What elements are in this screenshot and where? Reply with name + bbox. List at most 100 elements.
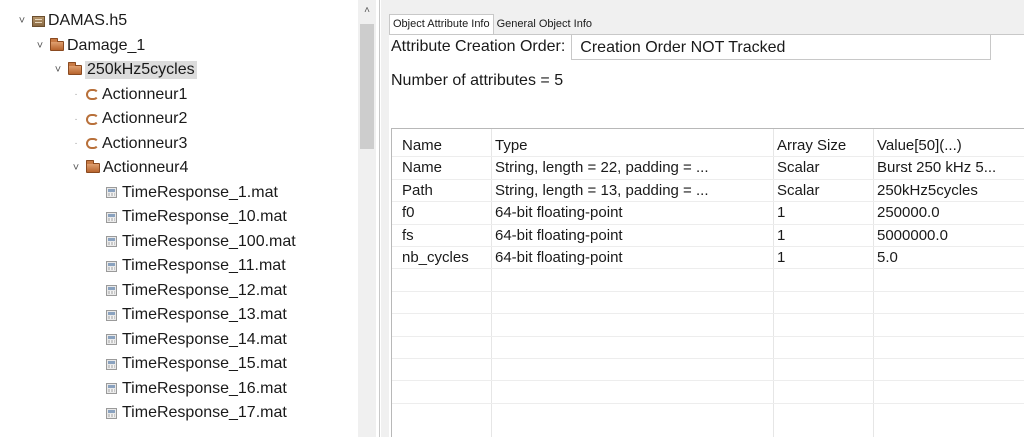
dataset-icon bbox=[106, 407, 117, 419]
group-folder-icon bbox=[50, 37, 64, 51]
tree-item-label: 250kHz5cycles bbox=[85, 61, 197, 79]
table-row[interactable]: Name String, length = 22, padding = ... Sc… bbox=[392, 157, 1024, 180]
table-cell: Scalar bbox=[777, 159, 820, 177]
table-cell: Path bbox=[402, 181, 433, 199]
tree-scrollbar[interactable]: ˄ bbox=[358, 0, 376, 437]
tree-item-label: Actionneur3 bbox=[102, 134, 188, 152]
tree-item-label: Damage_1 bbox=[67, 36, 146, 54]
tree-item[interactable]: · Actionneur1 bbox=[70, 83, 187, 107]
dataset-icon bbox=[106, 383, 117, 394]
dataset-icon bbox=[106, 187, 117, 198]
tree-item-label: TimeResponse_1.mat bbox=[122, 183, 278, 201]
table-cell: String, length = 22, padding = ... bbox=[495, 159, 709, 177]
tree-item-label: DAMAS.h5 bbox=[48, 12, 128, 29]
scroll-up-arrow-icon[interactable]: ˄ bbox=[358, 0, 376, 22]
tree-item[interactable]: TimeResponse_14.mat bbox=[106, 328, 287, 352]
table-row-divider bbox=[392, 290, 1024, 292]
table-row[interactable]: f0 64-bit floating-point 1 250000.0 bbox=[392, 202, 1024, 225]
creation-order-row: Attribute Creation Order: Creation Order… bbox=[391, 34, 992, 60]
table-cell: 1 bbox=[777, 226, 786, 244]
dataset-icon bbox=[106, 309, 117, 321]
tab-bar: Object Attribute Info General Object Inf… bbox=[381, 6, 595, 34]
table-cell: f0 bbox=[402, 204, 415, 222]
table-cell: String, length = 13, padding = ... bbox=[495, 181, 709, 199]
tree-leaf-marker-icon: · bbox=[74, 89, 78, 100]
tree-item[interactable]: ˅ 250kHz5cycles bbox=[52, 58, 197, 82]
dataset-icon bbox=[106, 285, 117, 296]
tree-item-label: TimeResponse_16.mat bbox=[122, 379, 287, 397]
tree-item[interactable]: ˅ DAMAS.h5 bbox=[16, 9, 127, 33]
tree-item-label: TimeResponse_11.mat bbox=[122, 257, 286, 274]
tree-item-label: TimeResponse_12.mat bbox=[122, 281, 287, 299]
tree-leaf-marker-icon: · bbox=[74, 138, 78, 149]
creation-order-field[interactable]: Creation Order NOT Tracked bbox=[571, 34, 992, 60]
table-cell: fs bbox=[402, 226, 414, 244]
dataset-icon bbox=[106, 236, 117, 247]
tree-item[interactable]: TimeResponse_17.mat bbox=[106, 401, 287, 425]
tree-item[interactable]: · Actionneur3 bbox=[70, 132, 187, 156]
table-row-divider bbox=[392, 313, 1024, 315]
table-row-divider bbox=[392, 335, 1024, 337]
subgroup-icon bbox=[86, 113, 99, 125]
col-name-header[interactable]: Name bbox=[402, 137, 488, 154]
dataset-icon bbox=[106, 211, 117, 223]
dataset-icon bbox=[106, 260, 117, 272]
dataset-icon bbox=[106, 334, 117, 345]
tree-item[interactable]: TimeResponse_12.mat bbox=[106, 279, 287, 303]
table-row-divider bbox=[392, 380, 1024, 382]
tab-object-attribute-info[interactable]: Object Attribute Info bbox=[389, 14, 494, 34]
tree-item[interactable]: · Actionneur2 bbox=[70, 107, 187, 131]
attribute-table: Name Type Array Size Value[50](...) Name Stri… bbox=[391, 128, 1024, 437]
table-row[interactable]: fs 64-bit floating-point 1 5000000.0 bbox=[392, 225, 1024, 248]
tree-item[interactable]: TimeResponse_11.mat bbox=[106, 254, 286, 278]
tree-item-label: TimeResponse_14.mat bbox=[122, 330, 287, 348]
table-cell: Scalar bbox=[777, 181, 820, 199]
subgroup-icon bbox=[86, 89, 99, 100]
tree-item[interactable]: TimeResponse_16.mat bbox=[106, 377, 287, 401]
table-cell: 5000000.0 bbox=[877, 226, 948, 244]
expand-chevron-icon[interactable]: ˅ bbox=[70, 162, 82, 174]
table-cell: Name bbox=[402, 159, 443, 177]
scroll-thumb[interactable] bbox=[360, 24, 374, 149]
subgroup-icon bbox=[86, 138, 99, 149]
table-cell: 1 bbox=[777, 204, 786, 222]
expand-chevron-icon[interactable]: ˅ bbox=[34, 40, 46, 52]
attribute-count: Number of attributes = 5 bbox=[391, 72, 564, 89]
tree-item[interactable]: TimeResponse_100.mat bbox=[106, 230, 296, 254]
tree-item-label: TimeResponse_17.mat bbox=[122, 404, 287, 421]
table-cell: 64-bit floating-point bbox=[495, 249, 623, 266]
expand-chevron-icon[interactable]: ˅ bbox=[16, 15, 28, 27]
table-row-divider bbox=[392, 402, 1024, 404]
table-row[interactable]: Path String, length = 13, padding = ... Sc… bbox=[392, 180, 1024, 203]
table-header-row: Name Type Array Size Value[50](...) bbox=[392, 135, 1024, 158]
tree-item-label: Actionneur4 bbox=[103, 159, 189, 176]
tree-item[interactable]: TimeResponse_1.mat bbox=[106, 181, 278, 205]
tree-item[interactable]: ˅ Actionneur4 bbox=[70, 156, 189, 180]
creation-order-label: Attribute Creation Order: bbox=[391, 38, 566, 55]
table-row-divider bbox=[392, 358, 1024, 359]
tree-leaf-marker-icon: · bbox=[74, 113, 78, 125]
object-info-panel: Object Attribute Info General Object Inf… bbox=[381, 0, 1024, 437]
tab-general-object-info[interactable]: General Object Info bbox=[494, 15, 595, 34]
col-array-size-header[interactable]: Array Size bbox=[777, 137, 871, 154]
tree-item-label: TimeResponse_100.mat bbox=[122, 232, 296, 250]
table-cell: Burst 250 kHz 5... bbox=[877, 159, 997, 177]
expand-chevron-icon[interactable]: ˅ bbox=[52, 64, 64, 76]
group-folder-icon bbox=[86, 160, 100, 173]
table-row[interactable]: nb_cycles 64-bit floating-point 1 5.0 bbox=[392, 247, 1024, 270]
tree-item[interactable]: TimeResponse_10.mat bbox=[106, 205, 287, 229]
tree-item[interactable]: TimeResponse_15.mat bbox=[106, 352, 287, 376]
col-type-header[interactable]: Type bbox=[495, 137, 773, 154]
hdf-tree-panel: ˅ DAMAS.h5 ˅ Damage_1 ˅ 250kHz5cycles · Actionn… bbox=[0, 0, 380, 437]
tree-item-label: Actionneur2 bbox=[102, 110, 188, 127]
dataset-icon bbox=[106, 358, 117, 370]
table-cell: 1 bbox=[777, 249, 786, 266]
tree-item[interactable]: ˅ Damage_1 bbox=[34, 34, 146, 58]
table-cell: 5.0 bbox=[877, 249, 898, 266]
tree-item[interactable]: TimeResponse_13.mat bbox=[106, 303, 287, 327]
col-value-header[interactable]: Value[50](...) bbox=[877, 137, 1024, 154]
tree-item-label: TimeResponse_15.mat bbox=[122, 355, 287, 372]
tree-item-label: TimeResponse_13.mat bbox=[122, 306, 287, 323]
tree-item-label: Actionneur1 bbox=[102, 85, 188, 103]
group-folder-icon bbox=[68, 62, 82, 75]
